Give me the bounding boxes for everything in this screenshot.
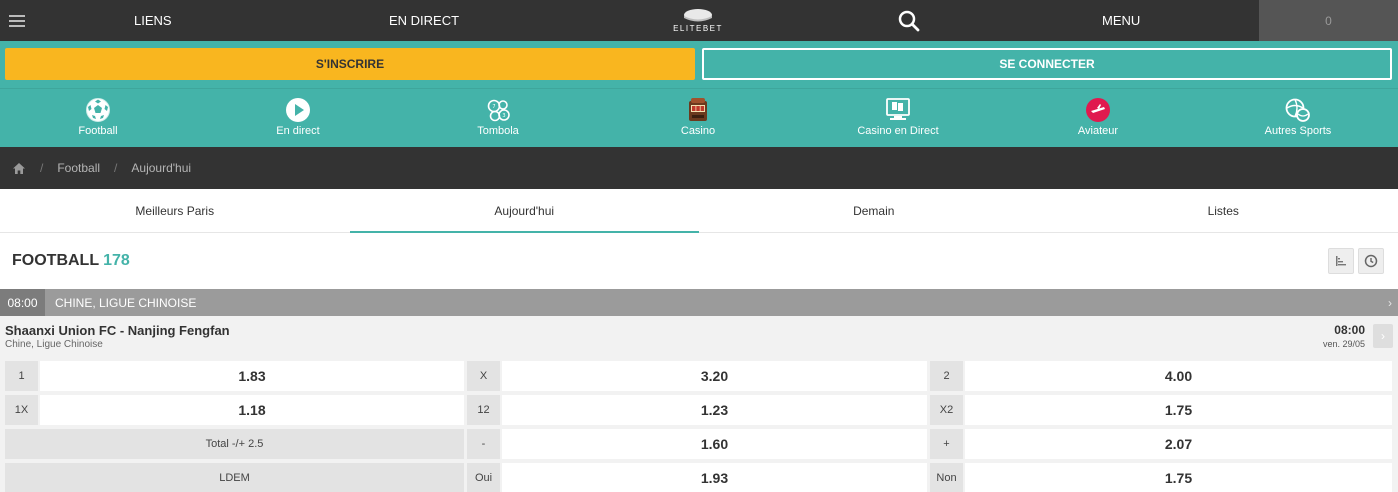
tab-today[interactable]: Aujourd'hui xyxy=(349,189,700,233)
category-football[interactable]: Football xyxy=(28,96,168,137)
odds-label: Oui xyxy=(467,463,500,492)
odds-label: Non xyxy=(930,463,963,492)
breadcrumb: / Football / Aujourd'hui xyxy=(0,147,1398,189)
tab-best-bets[interactable]: Meilleurs Paris xyxy=(0,189,350,232)
odds-row: Total -/+ 2.5 - 1.60 + 2.07 xyxy=(0,427,1398,461)
odds-button[interactable]: 1.75 xyxy=(965,395,1392,425)
odds-row: LDEM Oui 1.93 Non 1.75 xyxy=(0,461,1398,492)
category-live[interactable]: En direct xyxy=(228,96,368,137)
odds-button[interactable]: 1.75 xyxy=(965,463,1392,492)
breadcrumb-football[interactable]: Football xyxy=(57,161,100,175)
match-teams[interactable]: Shaanxi Union FC - Nanjing Fengfan xyxy=(5,323,230,338)
odds-button[interactable]: 4.00 xyxy=(965,361,1392,391)
breadcrumb-separator: / xyxy=(114,161,118,175)
main-menu[interactable]: MENU xyxy=(1102,0,1140,41)
market-label: Total -/+ 2.5 xyxy=(5,429,464,459)
odds-button[interactable]: 1.18 xyxy=(40,395,464,425)
chevron-right-icon[interactable]: › xyxy=(1373,324,1393,348)
tab-lists[interactable]: Listes xyxy=(1049,189,1398,232)
home-icon[interactable] xyxy=(12,162,26,175)
league-time: 08:00 xyxy=(0,289,45,316)
live-menu[interactable]: EN DIRECT xyxy=(389,0,459,41)
match-date: ven. 29/05 xyxy=(1322,339,1365,349)
league-name: CHINE, LIGUE CHINOISE xyxy=(55,295,197,310)
odds-label: - xyxy=(467,429,500,459)
odds-label: X xyxy=(467,361,500,391)
breadcrumb-separator: / xyxy=(40,161,44,175)
time-sort-button[interactable] xyxy=(1358,248,1384,274)
slot-machine-icon xyxy=(684,96,712,124)
odds-button[interactable]: 1.93 xyxy=(502,463,927,492)
elitebet-logo[interactable]: ELITEBET xyxy=(668,6,728,36)
breadcrumb-today[interactable]: Aujourd'hui xyxy=(131,161,191,175)
top-bar: LIENS EN DIRECT ELITEBET MENU 0 xyxy=(0,0,1398,41)
odds-label: 12 xyxy=(467,395,500,425)
section-title: FOOTBALL 178 xyxy=(12,252,130,270)
odds-label: X2 xyxy=(930,395,963,425)
links-menu[interactable]: LIENS xyxy=(134,0,172,41)
match-time: 08:00 xyxy=(1334,323,1365,337)
category-aviator[interactable]: Aviateur xyxy=(1028,96,1168,137)
market-label: LDEM xyxy=(5,463,464,492)
auth-row: S'INSCRIRE SE CONNECTER xyxy=(0,41,1398,88)
category-label: Casino xyxy=(680,125,716,137)
odds-row: 1 1.83 X 3.20 2 4.00 xyxy=(0,359,1398,393)
odds-grid: 1 1.83 X 3.20 2 4.00 1X 1.18 12 1.23 X2 … xyxy=(0,359,1398,492)
svg-text:3: 3 xyxy=(502,113,505,119)
category-label: En direct xyxy=(276,125,320,137)
league-header[interactable]: 08:00 CHINE, LIGUE CHINOISE › xyxy=(0,289,1398,316)
clock-icon xyxy=(1364,254,1378,268)
chevron-right-icon[interactable]: › xyxy=(1388,296,1392,310)
tab-tomorrow[interactable]: Demain xyxy=(699,189,1049,232)
football-icon xyxy=(84,96,112,124)
event-count: 178 xyxy=(103,252,130,269)
svg-text:7: 7 xyxy=(492,104,495,110)
odds-button[interactable]: 1.60 xyxy=(502,429,927,459)
odds-label: 2 xyxy=(930,361,963,391)
logo-helmet-icon xyxy=(684,9,712,22)
category-other-sports[interactable]: Autres Sports xyxy=(1228,96,1368,137)
sports-balls-icon xyxy=(1284,96,1312,124)
sort-button[interactable] xyxy=(1328,248,1354,274)
live-casino-icon xyxy=(884,96,912,124)
category-tombola[interactable]: 73 Tombola xyxy=(428,96,568,137)
odds-label: 1 xyxy=(5,361,38,391)
search-icon[interactable] xyxy=(897,9,921,33)
category-label: Tombola xyxy=(477,125,519,137)
odds-button[interactable]: 3.20 xyxy=(502,361,927,391)
category-live-casino[interactable]: Casino en Direct xyxy=(828,96,968,137)
login-button[interactable]: SE CONNECTER xyxy=(702,48,1392,80)
date-tabs: Meilleurs Paris Aujourd'hui Demain Liste… xyxy=(0,189,1398,233)
category-label: Autres Sports xyxy=(1264,125,1332,137)
sort-bars-icon xyxy=(1334,254,1348,268)
play-icon xyxy=(284,96,312,124)
section-title-text: FOOTBALL xyxy=(12,252,100,269)
register-button[interactable]: S'INSCRIRE xyxy=(5,48,695,80)
balance-display[interactable]: 0 xyxy=(1259,0,1398,41)
category-label: Aviateur xyxy=(1077,125,1119,137)
hamburger-icon[interactable] xyxy=(0,0,34,41)
section-header: FOOTBALL 178 xyxy=(0,233,1398,289)
category-label: Casino en Direct xyxy=(857,125,939,137)
odds-button[interactable]: 2.07 xyxy=(965,429,1392,459)
match-row[interactable]: Shaanxi Union FC - Nanjing Fengfan Chine… xyxy=(0,316,1398,359)
odds-label: + xyxy=(930,429,963,459)
odds-row: 1X 1.18 12 1.23 X2 1.75 xyxy=(0,393,1398,427)
odds-label: 1X xyxy=(5,395,38,425)
lottery-balls-icon: 73 xyxy=(484,96,512,124)
logo-text: ELITEBET xyxy=(673,24,723,33)
airplane-icon xyxy=(1084,96,1112,124)
odds-button[interactable]: 1.83 xyxy=(40,361,464,391)
category-nav: Football En direct 73 Tombola Casino Cas… xyxy=(0,88,1398,147)
odds-button[interactable]: 1.23 xyxy=(502,395,927,425)
category-label: Football xyxy=(78,125,118,137)
match-competition: Chine, Ligue Chinoise xyxy=(5,339,103,350)
category-casino[interactable]: Casino xyxy=(628,96,768,137)
